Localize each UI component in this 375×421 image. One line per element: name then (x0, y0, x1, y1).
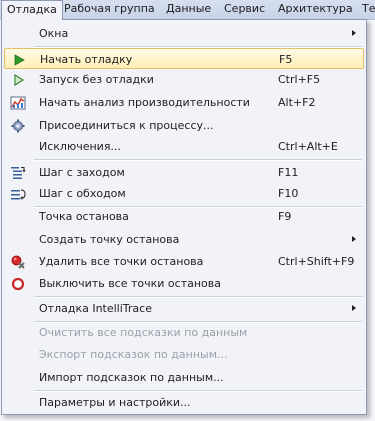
step-over-icon (10, 186, 26, 202)
menu-item-clear-datatips[interactable]: Очистить все подсказки по данным (4, 322, 364, 343)
menu-item-label: Начать анализ производительности (39, 96, 250, 109)
menu-bar: Отладка Рабочая группа Данные Сервис Арх… (0, 0, 375, 20)
menu-item-label: Шаг с заходом (39, 166, 125, 179)
menu-team[interactable]: Рабочая группа (59, 0, 160, 19)
attach-process-icon (10, 118, 26, 134)
menu-data[interactable]: Данные (161, 0, 216, 19)
play-outline-icon (10, 72, 26, 88)
menu-item-options-settings[interactable]: Параметры и настройки... (4, 392, 364, 413)
menu-item-label: Запуск без отладки (39, 73, 154, 86)
menu-item-label: Окна (39, 27, 69, 40)
menu-item-attach-to-process[interactable]: Присоединиться к процессу... (4, 115, 364, 136)
performance-chart-icon (10, 95, 26, 111)
menu-item-label: Выключить все точки останова (39, 277, 221, 290)
delete-breakpoints-icon (10, 254, 26, 270)
menu-item-shortcut: Alt+F2 (278, 96, 316, 109)
menu-tools[interactable]: Сервис (219, 0, 270, 19)
menu-item-step-over[interactable]: Шаг с обходом F10 (4, 183, 364, 204)
menu-item-label: Импорт подсказок по данным... (39, 371, 224, 384)
menu-item-label: Точка останова (39, 210, 129, 223)
menu-item-label: Исключения... (39, 140, 121, 153)
menu-item-label: Удалить все точки останова (39, 255, 204, 268)
menu-item-label: Шаг с обходом (39, 187, 126, 200)
menu-item-label: Параметры и настройки... (39, 396, 191, 409)
menu-debug[interactable]: Отладка (1, 0, 63, 20)
menu-item-windows[interactable]: Окна (4, 23, 364, 44)
menu-item-start-without-debugging[interactable]: Запуск без отладки Ctrl+F5 (4, 69, 364, 90)
menu-item-label: Отладка IntelliTrace (39, 302, 152, 315)
menu-test[interactable]: Те (357, 0, 375, 19)
submenu-arrow-icon (352, 236, 356, 242)
menu-item-label: Создать точку останова (39, 233, 180, 246)
menu-item-shortcut: F9 (278, 210, 292, 223)
menu-item-start-debugging[interactable]: Начать отладку F5 (4, 48, 364, 69)
menu-item-shortcut: F11 (278, 166, 299, 179)
step-into-icon (10, 165, 26, 181)
menu-item-intellitrace[interactable]: Отладка IntelliTrace (4, 298, 364, 319)
menu-item-export-datatips[interactable]: Экспорт подсказок по данным... (4, 344, 364, 365)
menu-item-shortcut: F10 (278, 187, 299, 200)
menu-item-start-performance-analysis[interactable]: Начать анализ производительности Alt+F2 (4, 92, 364, 113)
debug-dropdown-menu: Окна Начать отладку F5 Запуск без отладк… (1, 19, 367, 415)
submenu-arrow-icon (352, 305, 356, 311)
menu-item-disable-all-breakpoints[interactable]: Выключить все точки останова (4, 273, 364, 294)
menu-item-exceptions[interactable]: Исключения... Ctrl+Alt+E (4, 136, 364, 157)
menu-item-import-datatips[interactable]: Импорт подсказок по данным... (4, 367, 364, 388)
menu-item-label: Присоединиться к процессу... (39, 119, 214, 132)
menu-item-shortcut: F5 (279, 53, 293, 66)
menu-item-label: Экспорт подсказок по данным... (39, 348, 228, 361)
menu-item-label: Начать отладку (40, 53, 133, 66)
play-icon (11, 52, 27, 68)
menu-item-shortcut: Ctrl+F5 (278, 73, 321, 86)
menu-item-label: Очистить все подсказки по данным (39, 326, 248, 339)
menu-item-step-into[interactable]: Шаг с заходом F11 (4, 162, 364, 183)
menu-item-toggle-breakpoint[interactable]: Точка останова F9 (4, 206, 364, 227)
submenu-arrow-icon (352, 30, 356, 36)
disable-breakpoints-icon (10, 276, 26, 292)
menu-item-shortcut: Ctrl+Alt+E (278, 140, 338, 153)
menu-item-shortcut: Ctrl+Shift+F9 (278, 255, 355, 268)
menu-separator (34, 159, 362, 161)
menu-architecture[interactable]: Архитектура (273, 0, 358, 19)
menu-item-new-breakpoint[interactable]: Создать точку останова (4, 229, 364, 250)
menu-item-delete-all-breakpoints[interactable]: Удалить все точки останова Ctrl+Shift+F9 (4, 251, 364, 272)
